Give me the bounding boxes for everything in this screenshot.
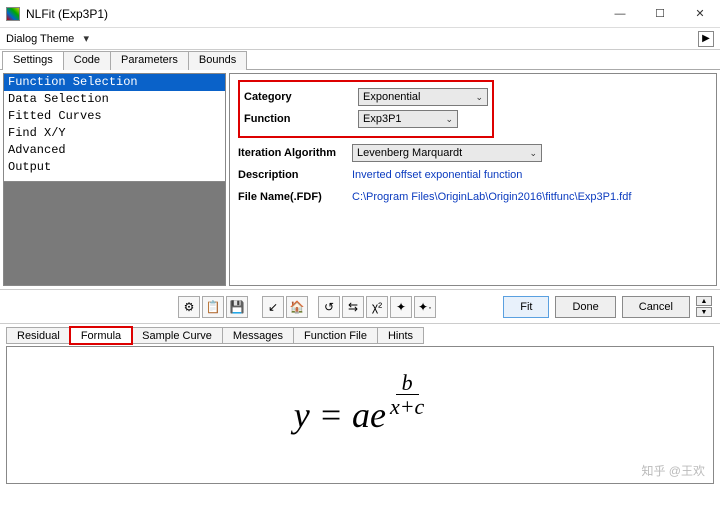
iteration-row: Iteration Algorithm Levenberg Marquardt … <box>238 142 708 164</box>
tree-item-advanced[interactable]: Advanced <box>4 142 225 159</box>
chevron-down-icon: ⌄ <box>445 114 453 125</box>
tab-code[interactable]: Code <box>63 51 111 70</box>
close-button[interactable]: ✕ <box>680 0 720 28</box>
function-label: Function <box>244 113 354 125</box>
tab-residual[interactable]: Residual <box>6 327 71 344</box>
tool-c[interactable]: 💾 <box>226 296 248 318</box>
formula-equation: y = ae b x+c <box>294 392 427 439</box>
function-value: Exp3P1 <box>363 113 402 125</box>
tool-b[interactable]: 📋 <box>202 296 224 318</box>
tool-icon-group: ⚙ 📋 💾 ↙ 🏠 ↺ ⇆ χ² ✦ ✦· <box>178 296 436 318</box>
tree-item-find-xy[interactable]: Find X/Y <box>4 125 225 142</box>
fit-button[interactable]: Fit <box>503 296 549 318</box>
category-value: Exponential <box>363 91 421 103</box>
bottom-tabs: Residual Formula Sample Curve Messages F… <box>0 324 720 344</box>
formula-base: y = ae <box>294 394 386 436</box>
tool-h[interactable]: χ² <box>366 296 388 318</box>
tab-hints[interactable]: Hints <box>377 327 424 344</box>
cancel-button[interactable]: Cancel <box>622 296 690 318</box>
iteration-label: Iteration Algorithm <box>238 147 348 159</box>
toolbar: ⚙ 📋 💾 ↙ 🏠 ↺ ⇆ χ² ✦ ✦· Fit Done Cancel ▲ … <box>0 290 720 324</box>
tab-parameters[interactable]: Parameters <box>110 51 189 70</box>
tool-a[interactable]: ⚙ <box>178 296 200 318</box>
tool-e[interactable]: 🏠 <box>286 296 308 318</box>
filename-value: C:\Program Files\OriginLab\Origin2016\fi… <box>352 191 631 203</box>
dialog-theme-dropdown[interactable]: ▾ <box>80 32 92 45</box>
filename-label: File Name(.FDF) <box>238 191 348 203</box>
tree-item-output[interactable]: Output <box>4 159 225 176</box>
formula-denominator: x+c <box>388 395 426 419</box>
function-row: Function Exp3P1 ⌄ <box>244 108 488 130</box>
tool-f[interactable]: ↺ <box>318 296 340 318</box>
window-buttons: — ☐ ✕ <box>600 0 720 28</box>
settings-tabs: Settings Code Parameters Bounds <box>0 50 720 70</box>
watermark: 知乎 @王欢 <box>641 462 705 479</box>
tab-settings[interactable]: Settings <box>2 51 64 70</box>
maximize-button[interactable]: ☐ <box>640 0 680 28</box>
dialog-theme-row: Dialog Theme ▾ ▶ <box>0 28 720 50</box>
left-pane-empty <box>4 182 225 285</box>
formula-panel: y = ae b x+c 知乎 @王欢 <box>6 346 714 484</box>
tool-g[interactable]: ⇆ <box>342 296 364 318</box>
function-combo[interactable]: Exp3P1 ⌄ <box>358 110 458 128</box>
chevron-down-icon: ⌄ <box>529 148 537 159</box>
minimize-button[interactable]: — <box>600 0 640 28</box>
tool-j[interactable]: ✦· <box>414 296 436 318</box>
tree-item-function-selection[interactable]: Function Selection <box>4 74 225 91</box>
description-label: Description <box>238 169 348 181</box>
tab-function-file[interactable]: Function File <box>293 327 378 344</box>
tool-i[interactable]: ✦ <box>390 296 412 318</box>
iteration-value: Levenberg Marquardt <box>357 147 462 159</box>
category-function-highlight: Category Exponential ⌄ Function Exp3P1 ⌄ <box>238 80 494 138</box>
tool-d[interactable]: ↙ <box>262 296 284 318</box>
tab-formula[interactable]: Formula <box>70 327 132 344</box>
category-label: Category <box>244 91 354 103</box>
formula-exponent: b x+c <box>388 372 426 419</box>
dialog-theme-play-button[interactable]: ▶ <box>698 31 714 47</box>
filename-row: File Name(.FDF) C:\Program Files\OriginL… <box>238 186 708 208</box>
tree-item-fitted-curves[interactable]: Fitted Curves <box>4 108 225 125</box>
tree-item-data-selection[interactable]: Data Selection <box>4 91 225 108</box>
tab-sample-curve[interactable]: Sample Curve <box>131 327 223 344</box>
window-title: NLFit (Exp3P1) <box>26 7 600 21</box>
spin-buttons: ▲ ▼ <box>696 296 712 317</box>
formula-numerator: b <box>396 372 419 395</box>
category-row: Category Exponential ⌄ <box>244 86 488 108</box>
dialog-theme-label: Dialog Theme <box>6 33 74 45</box>
right-pane: Category Exponential ⌄ Function Exp3P1 ⌄… <box>229 73 717 286</box>
description-value: Inverted offset exponential function <box>352 169 522 181</box>
chevron-down-icon: ⌄ <box>475 92 483 103</box>
titlebar: NLFit (Exp3P1) — ☐ ✕ <box>0 0 720 28</box>
tab-bounds[interactable]: Bounds <box>188 51 247 70</box>
done-button[interactable]: Done <box>555 296 615 318</box>
tab-messages[interactable]: Messages <box>222 327 294 344</box>
spin-down[interactable]: ▼ <box>696 307 712 317</box>
description-row: Description Inverted offset exponential … <box>238 164 708 186</box>
iteration-combo[interactable]: Levenberg Marquardt ⌄ <box>352 144 542 162</box>
settings-tree[interactable]: Function Selection Data Selection Fitted… <box>4 74 225 182</box>
category-combo[interactable]: Exponential ⌄ <box>358 88 488 106</box>
app-icon <box>6 7 20 21</box>
spin-up[interactable]: ▲ <box>696 296 712 306</box>
left-pane: Function Selection Data Selection Fitted… <box>3 73 226 286</box>
main-split: Function Selection Data Selection Fitted… <box>0 70 720 290</box>
